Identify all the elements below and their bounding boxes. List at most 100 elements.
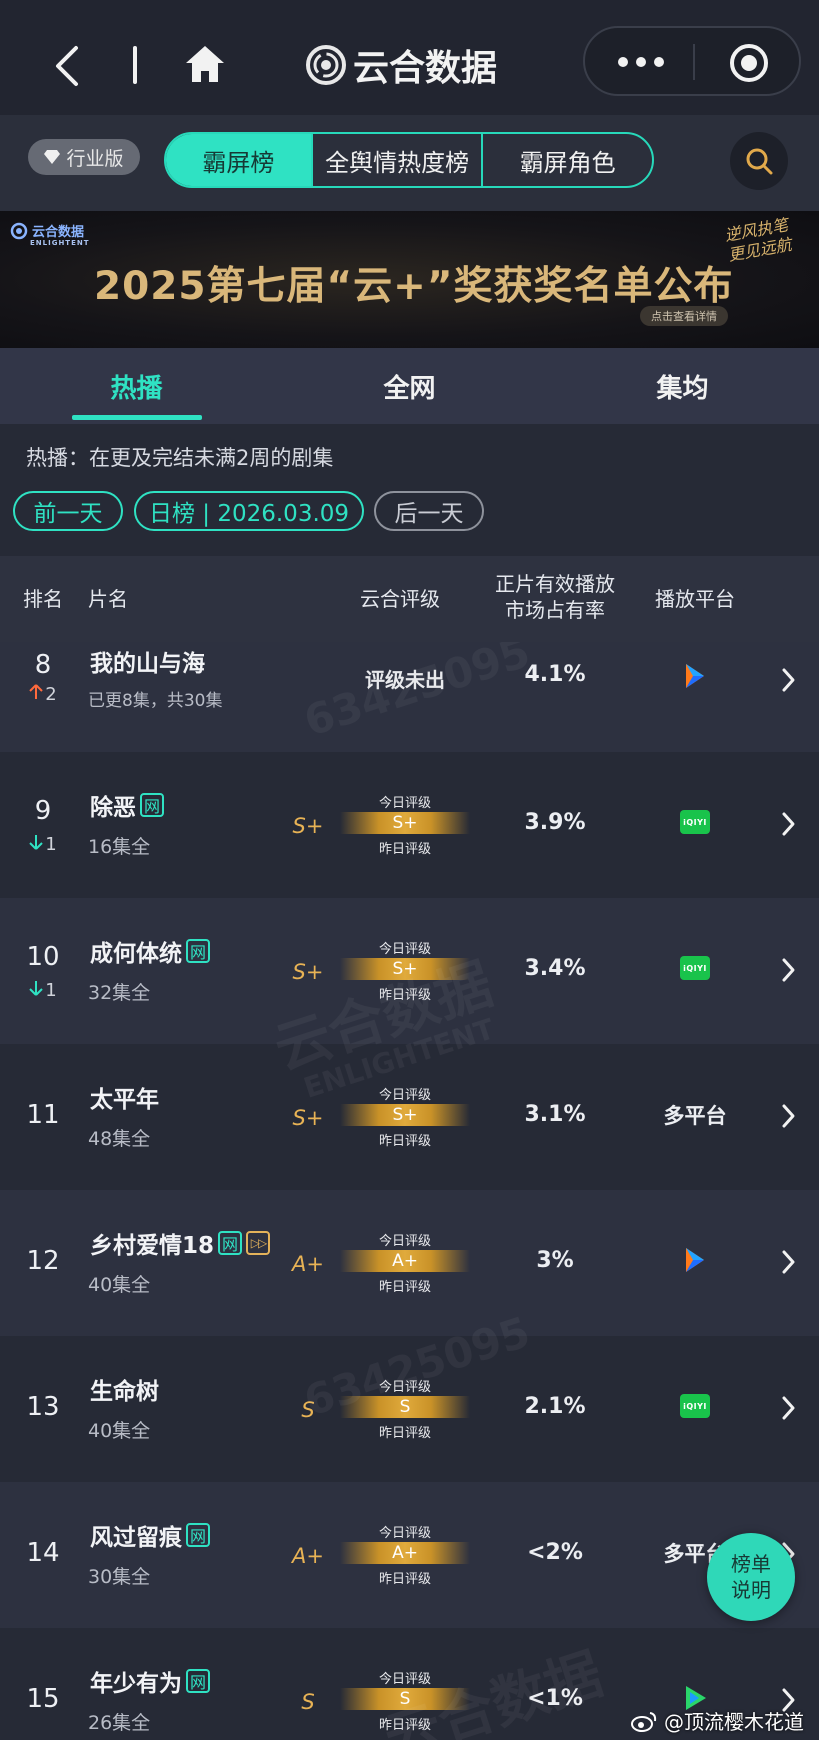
subtab-episode-avg[interactable]: 集均 bbox=[546, 348, 819, 424]
episode-info: 30集全 bbox=[88, 1566, 151, 1588]
prev-day-button[interactable]: 前一天 bbox=[13, 491, 123, 531]
today-grade: S+ bbox=[340, 812, 470, 834]
platform: iQIYI bbox=[640, 810, 750, 834]
industry-version-label: 行业版 bbox=[66, 147, 124, 170]
show-title: 年少有为网 bbox=[90, 1664, 210, 1698]
yesterday-grade-label: 昨日评级 bbox=[378, 1718, 431, 1733]
award-banner[interactable]: 云合数据 ENLIGHTENT 2025第七届“云+”奖获奖名单公布 点击查看详… bbox=[0, 211, 819, 348]
grade-block: 今日评级 S+ 昨日评级 bbox=[340, 938, 470, 1003]
mini-program-capsule bbox=[583, 26, 801, 96]
home-icon[interactable] bbox=[184, 44, 226, 84]
grade-block: 今日评级 S 昨日评级 bbox=[340, 1376, 470, 1441]
more-dots-icon[interactable] bbox=[615, 50, 667, 74]
web-drama-tag: 网 bbox=[186, 939, 210, 963]
rank-number: 11 bbox=[26, 1100, 60, 1130]
subtab-hot[interactable]: 热播 bbox=[0, 348, 273, 424]
chevron-right-icon[interactable] bbox=[778, 1248, 798, 1276]
yesterday-grade-label: 昨日评级 bbox=[378, 1426, 431, 1441]
episode-info: 32集全 bbox=[88, 982, 151, 1004]
platform: iQIYI bbox=[640, 956, 750, 980]
chart-description: 热播：在更及完结未满2周的剧集 bbox=[26, 446, 334, 470]
market-share: 2.1% bbox=[524, 1394, 586, 1419]
yesterday-grade: S+ bbox=[292, 960, 324, 984]
capsule-divider bbox=[693, 44, 695, 80]
tencent-video-icon bbox=[686, 1248, 704, 1272]
subtab-all-network[interactable]: 全网 bbox=[273, 348, 546, 424]
yesterday-grade-label: 昨日评级 bbox=[378, 842, 431, 857]
today-grade-label: 今日评级 bbox=[378, 942, 431, 957]
list-item[interactable]: 12 乡村爱情18 网 ▷▷ 40集全 A+ 今日评级 A+ 昨日评级 3% bbox=[0, 1190, 819, 1336]
trend-down: 1 bbox=[12, 980, 74, 1001]
list-item[interactable]: 9 1 除恶网 16集全 S+ 今日评级 S+ 昨日评级 3.9% iQIYI bbox=[0, 752, 819, 898]
today-grade: S+ bbox=[340, 1104, 470, 1126]
close-target-icon[interactable] bbox=[728, 42, 770, 84]
industry-version-button[interactable]: 行业版 bbox=[28, 139, 140, 175]
next-day-button[interactable]: 后一天 bbox=[374, 491, 484, 531]
show-title-text: 生命树 bbox=[90, 1379, 159, 1405]
tab-bapingbang[interactable]: 霸屏榜 bbox=[166, 134, 313, 186]
chevron-right-icon[interactable] bbox=[778, 1102, 798, 1130]
episode-info: 16集全 bbox=[88, 836, 151, 858]
chart-explanation-button[interactable]: 榜单 说明 bbox=[707, 1533, 795, 1621]
market-share: 4.1% bbox=[524, 662, 586, 687]
yunhe-logo-icon bbox=[306, 45, 346, 85]
trend-value: 2 bbox=[45, 684, 57, 705]
banner-slogan: 逆风执笔 更见远航 bbox=[723, 215, 793, 265]
iqiyi-icon: iQIYI bbox=[680, 810, 710, 834]
rank-number: 13 bbox=[26, 1392, 60, 1422]
rank-number: 12 bbox=[26, 1246, 60, 1276]
rank-number: 8 bbox=[34, 650, 52, 680]
banner-title: 2025第七届“云+”奖获奖名单公布 bbox=[94, 264, 734, 309]
date-selector[interactable]: 日榜 | 2026.03.09 bbox=[134, 491, 364, 531]
chevron-right-icon[interactable] bbox=[778, 1394, 798, 1422]
banner-detail-hint[interactable]: 点击查看详情 bbox=[640, 306, 728, 326]
rank-number: 10 bbox=[26, 942, 60, 972]
weibo-icon bbox=[631, 1711, 657, 1732]
episode-info: 已更8集，共30集 bbox=[88, 691, 223, 711]
weibo-credit-text: @顶流樱木花道 bbox=[664, 1710, 804, 1734]
list-item[interactable]: 11 太平年 48集全 S+ 今日评级 S+ 昨日评级 3.1% 多平台 bbox=[0, 1044, 819, 1190]
tab-baping-role[interactable]: 霸屏角色 bbox=[483, 134, 652, 186]
col-name: 片名 bbox=[88, 587, 128, 611]
list-item[interactable]: 10 1 成何体统网 32集全 S+ 今日评级 S+ 昨日评级 3.4% iQI… bbox=[0, 898, 819, 1044]
yesterday-grade: A+ bbox=[292, 1544, 324, 1568]
today-grade-label: 今日评级 bbox=[378, 1672, 431, 1687]
show-title: 生命树 bbox=[90, 1372, 159, 1406]
search-icon bbox=[746, 148, 773, 175]
float-line2: 说明 bbox=[731, 1578, 771, 1602]
yesterday-grade-label: 昨日评级 bbox=[378, 988, 431, 1003]
weibo-credit: @顶流樱木花道 bbox=[630, 1706, 804, 1735]
chevron-right-icon[interactable] bbox=[778, 810, 798, 838]
market-share: <1% bbox=[527, 1686, 583, 1711]
web-drama-tag: 网 bbox=[186, 1669, 210, 1693]
back-arrow-icon[interactable] bbox=[50, 44, 84, 88]
show-title-text: 风过留痕 bbox=[90, 1525, 182, 1551]
show-title-text: 我的山与海 bbox=[90, 651, 205, 677]
tab-quanyuqing[interactable]: 全舆情热度榜 bbox=[313, 134, 484, 186]
list-item[interactable]: 13 生命树 40集全 S 今日评级 S 昨日评级 2.1% iQIYI bbox=[0, 1336, 819, 1482]
yesterday-grade: A+ bbox=[292, 1252, 324, 1276]
today-grade-label: 今日评级 bbox=[378, 1234, 431, 1249]
platform: iQIYI bbox=[640, 1394, 750, 1418]
list-item[interactable]: 8 2 我的山与海 已更8集，共30集 评级未出 4.1% bbox=[0, 642, 819, 752]
list-item[interactable]: 14 风过留痕网 30集全 A+ 今日评级 A+ 昨日评级 <2% 多平台 bbox=[0, 1482, 819, 1628]
grade-block: 今日评级 S 昨日评级 bbox=[340, 1668, 470, 1733]
show-title: 成何体统网 bbox=[90, 934, 210, 968]
chevron-right-icon[interactable] bbox=[778, 666, 798, 694]
show-title-text: 年少有为 bbox=[90, 1671, 182, 1697]
show-title-text: 太平年 bbox=[90, 1087, 159, 1113]
show-title: 乡村爱情18 网 ▷▷ bbox=[90, 1226, 271, 1260]
arrow-down-icon bbox=[29, 835, 43, 850]
float-line1: 榜单 bbox=[731, 1552, 771, 1576]
chevron-right-icon[interactable] bbox=[778, 956, 798, 984]
col-share-line2: 市场占有率 bbox=[505, 598, 605, 622]
diamond-icon bbox=[44, 150, 61, 164]
table-header: 排名 片名 云合评级 正片有效播放 市场占有率 播放平台 bbox=[0, 556, 819, 642]
episode-info: 40集全 bbox=[88, 1274, 151, 1296]
yesterday-grade: S+ bbox=[292, 1106, 324, 1130]
search-button[interactable] bbox=[730, 132, 788, 190]
show-title: 风过留痕网 bbox=[90, 1518, 210, 1552]
today-grade: S bbox=[340, 1688, 470, 1710]
market-share: <2% bbox=[527, 1540, 583, 1565]
trend-value: 1 bbox=[45, 834, 57, 855]
